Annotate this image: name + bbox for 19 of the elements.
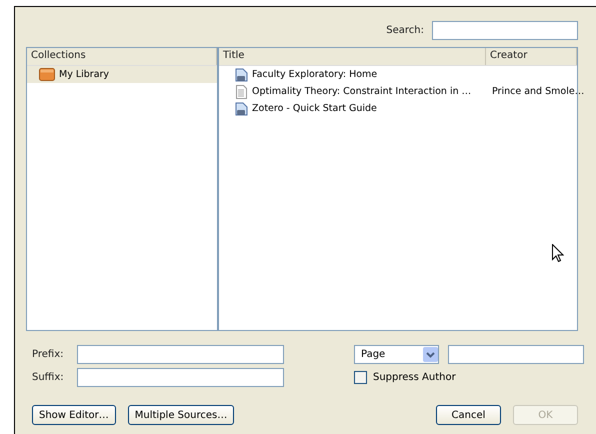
suppress-author-checkbox[interactable]: Suppress Author: [354, 371, 584, 384]
collection-row[interactable]: My Library: [27, 66, 217, 83]
dialog-button[interactable]: Show Editor…: [32, 405, 116, 425]
title-cell-text: Optimality Theory: Constraint Interaction in …: [251, 86, 472, 97]
item-row[interactable]: Faculty Exploratory: Home: [219, 66, 577, 83]
collection-name: My Library: [58, 69, 110, 80]
title-cell-text: Zotero - Quick Start Guide: [251, 103, 378, 114]
column-header[interactable]: Creator: [486, 48, 577, 65]
column-header[interactable]: Collections: [27, 48, 217, 65]
dialog-button[interactable]: Multiple Sources…: [128, 405, 234, 425]
column-header[interactable]: Title: [219, 48, 486, 65]
search-label: Search:: [386, 24, 424, 36]
title-cell-text: Faculty Exploratory: Home: [251, 69, 378, 80]
creator-cell-text: Prince and Smole…: [491, 86, 584, 97]
prefix-label: Prefix:: [32, 349, 64, 360]
locator-dropdown[interactable]: Page: [354, 345, 439, 364]
suffix-label: Suffix:: [32, 372, 65, 383]
cancel-button[interactable]: Cancel: [436, 405, 501, 425]
item-row[interactable]: Zotero - Quick Start Guide: [219, 100, 577, 117]
